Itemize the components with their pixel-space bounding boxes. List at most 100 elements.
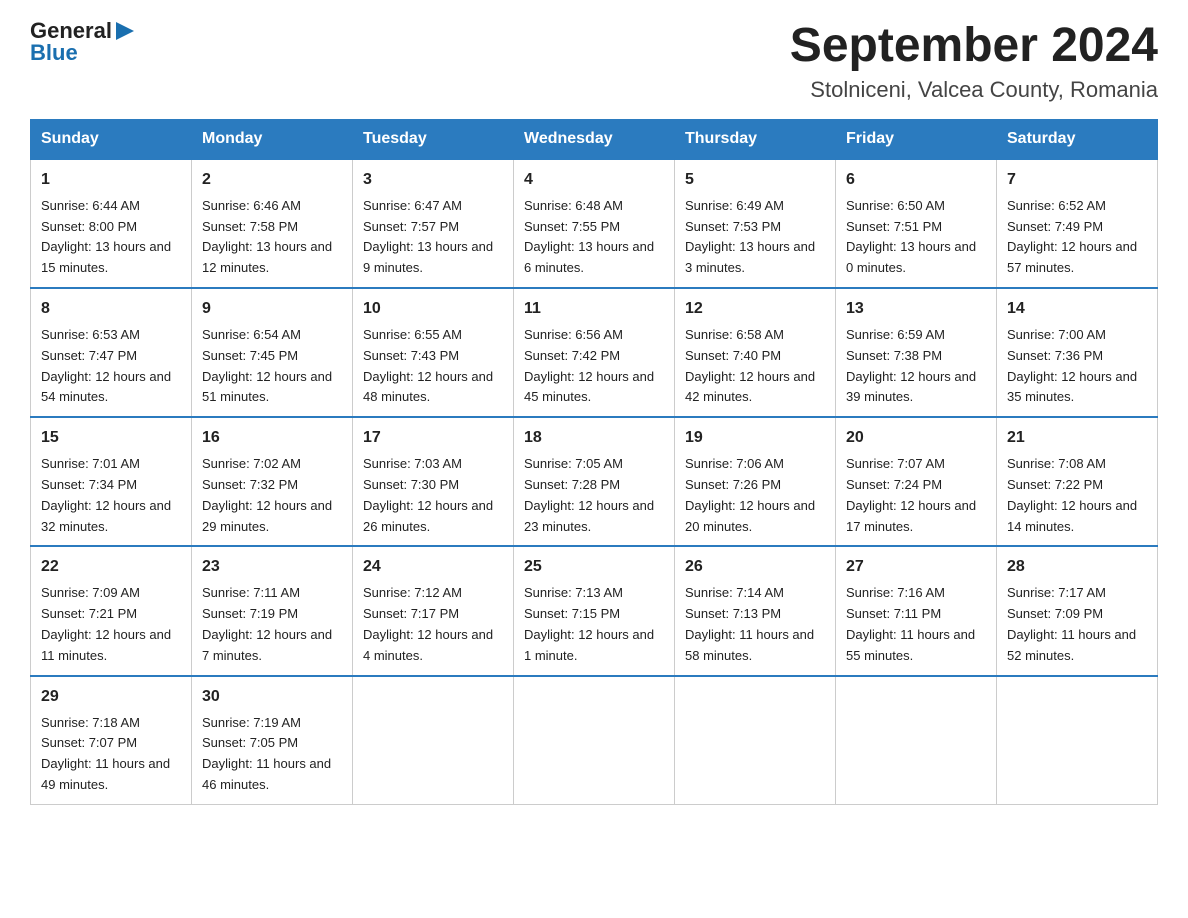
day-number: 7 <box>1007 168 1147 192</box>
calendar-cell <box>514 676 675 805</box>
calendar-title: September 2024 <box>790 20 1158 73</box>
calendar-cell: 15 Sunrise: 7:01 AMSunset: 7:34 PMDayligh… <box>31 417 192 546</box>
day-info: Sunrise: 7:17 AMSunset: 7:09 PMDaylight:… <box>1007 583 1147 666</box>
calendar-cell <box>353 676 514 805</box>
logo-text-blue: Blue <box>30 40 78 65</box>
day-number: 5 <box>685 168 825 192</box>
weekday-header-monday: Monday <box>192 119 353 159</box>
day-info: Sunrise: 6:50 AMSunset: 7:51 PMDaylight:… <box>846 196 986 279</box>
day-info: Sunrise: 7:19 AMSunset: 7:05 PMDaylight:… <box>202 713 342 796</box>
day-number: 14 <box>1007 297 1147 321</box>
calendar-cell: 5 Sunrise: 6:49 AMSunset: 7:53 PMDaylight… <box>675 159 836 288</box>
day-info: Sunrise: 6:44 AMSunset: 8:00 PMDaylight:… <box>41 196 181 279</box>
calendar-table: SundayMondayTuesdayWednesdayThursdayFrid… <box>30 119 1158 805</box>
day-number: 12 <box>685 297 825 321</box>
calendar-subtitle: Stolniceni, Valcea County, Romania <box>790 77 1158 103</box>
day-info: Sunrise: 6:52 AMSunset: 7:49 PMDaylight:… <box>1007 196 1147 279</box>
calendar-cell: 22 Sunrise: 7:09 AMSunset: 7:21 PMDayligh… <box>31 546 192 675</box>
day-info: Sunrise: 7:09 AMSunset: 7:21 PMDaylight:… <box>41 583 181 666</box>
calendar-cell: 20Sunrise: 7:07 AMSunset: 7:24 PMDayligh… <box>836 417 997 546</box>
calendar-cell: 19Sunrise: 7:06 AMSunset: 7:26 PMDayligh… <box>675 417 836 546</box>
day-info: Sunrise: 6:56 AMSunset: 7:42 PMDaylight:… <box>524 325 664 408</box>
day-number: 20 <box>846 426 986 450</box>
day-info: Sunrise: 6:49 AMSunset: 7:53 PMDaylight:… <box>685 196 825 279</box>
day-info: Sunrise: 6:59 AMSunset: 7:38 PMDaylight:… <box>846 325 986 408</box>
day-number: 17 <box>363 426 503 450</box>
calendar-cell: 3Sunrise: 6:47 AMSunset: 7:57 PMDaylight… <box>353 159 514 288</box>
calendar-cell: 17 Sunrise: 7:03 AMSunset: 7:30 PMDayligh… <box>353 417 514 546</box>
day-number: 15 <box>41 426 181 450</box>
day-number: 2 <box>202 168 342 192</box>
day-number: 22 <box>41 555 181 579</box>
calendar-cell: 28 Sunrise: 7:17 AMSunset: 7:09 PMDayligh… <box>997 546 1158 675</box>
calendar-week-row: 8 Sunrise: 6:53 AMSunset: 7:47 PMDaylight… <box>31 288 1158 417</box>
calendar-week-row: 22 Sunrise: 7:09 AMSunset: 7:21 PMDayligh… <box>31 546 1158 675</box>
calendar-cell: 12 Sunrise: 6:58 AMSunset: 7:40 PMDayligh… <box>675 288 836 417</box>
calendar-week-row: 15 Sunrise: 7:01 AMSunset: 7:34 PMDayligh… <box>31 417 1158 546</box>
day-number: 8 <box>41 297 181 321</box>
page-header: General Blue September 2024 Stolniceni, … <box>30 20 1158 103</box>
calendar-week-row: 1 Sunrise: 6:44 AMSunset: 8:00 PMDaylight… <box>31 159 1158 288</box>
day-info: Sunrise: 7:08 AMSunset: 7:22 PMDaylight:… <box>1007 454 1147 537</box>
calendar-cell: 16Sunrise: 7:02 AMSunset: 7:32 PMDayligh… <box>192 417 353 546</box>
day-info: Sunrise: 6:47 AMSunset: 7:57 PMDaylight:… <box>363 196 503 279</box>
weekday-header-saturday: Saturday <box>997 119 1158 159</box>
calendar-cell: 21 Sunrise: 7:08 AMSunset: 7:22 PMDayligh… <box>997 417 1158 546</box>
day-number: 29 <box>41 685 181 709</box>
calendar-cell: 11 Sunrise: 6:56 AMSunset: 7:42 PMDayligh… <box>514 288 675 417</box>
day-number: 24 <box>363 555 503 579</box>
calendar-body: 1 Sunrise: 6:44 AMSunset: 8:00 PMDaylight… <box>31 159 1158 804</box>
calendar-cell: 6 Sunrise: 6:50 AMSunset: 7:51 PMDaylight… <box>836 159 997 288</box>
day-info: Sunrise: 7:05 AMSunset: 7:28 PMDaylight:… <box>524 454 664 537</box>
day-number: 28 <box>1007 555 1147 579</box>
logo-triangle-icon <box>116 22 134 40</box>
day-info: Sunrise: 6:55 AMSunset: 7:43 PMDaylight:… <box>363 325 503 408</box>
calendar-cell: 24 Sunrise: 7:12 AMSunset: 7:17 PMDayligh… <box>353 546 514 675</box>
day-info: Sunrise: 6:46 AMSunset: 7:58 PMDaylight:… <box>202 196 342 279</box>
calendar-week-row: 29 Sunrise: 7:18 AMSunset: 7:07 PMDayligh… <box>31 676 1158 805</box>
calendar-cell: 14 Sunrise: 7:00 AMSunset: 7:36 PMDayligh… <box>997 288 1158 417</box>
day-info: Sunrise: 7:12 AMSunset: 7:17 PMDaylight:… <box>363 583 503 666</box>
calendar-cell: 1 Sunrise: 6:44 AMSunset: 8:00 PMDaylight… <box>31 159 192 288</box>
day-number: 16 <box>202 426 342 450</box>
day-number: 19 <box>685 426 825 450</box>
title-block: September 2024 Stolniceni, Valcea County… <box>790 20 1158 103</box>
calendar-cell <box>836 676 997 805</box>
day-number: 21 <box>1007 426 1147 450</box>
day-info: Sunrise: 7:13 AMSunset: 7:15 PMDaylight:… <box>524 583 664 666</box>
logo: General Blue <box>30 20 134 65</box>
calendar-cell: 26Sunrise: 7:14 AMSunset: 7:13 PMDayligh… <box>675 546 836 675</box>
day-info: Sunrise: 6:54 AMSunset: 7:45 PMDaylight:… <box>202 325 342 408</box>
day-info: Sunrise: 6:58 AMSunset: 7:40 PMDaylight:… <box>685 325 825 408</box>
day-info: Sunrise: 7:18 AMSunset: 7:07 PMDaylight:… <box>41 713 181 796</box>
day-info: Sunrise: 7:01 AMSunset: 7:34 PMDaylight:… <box>41 454 181 537</box>
calendar-cell: 2 Sunrise: 6:46 AMSunset: 7:58 PMDaylight… <box>192 159 353 288</box>
day-number: 6 <box>846 168 986 192</box>
day-number: 10 <box>363 297 503 321</box>
calendar-cell <box>997 676 1158 805</box>
weekday-header-friday: Friday <box>836 119 997 159</box>
calendar-cell: 9Sunrise: 6:54 AMSunset: 7:45 PMDaylight… <box>192 288 353 417</box>
day-number: 25 <box>524 555 664 579</box>
calendar-cell: 8 Sunrise: 6:53 AMSunset: 7:47 PMDaylight… <box>31 288 192 417</box>
day-number: 11 <box>524 297 664 321</box>
calendar-cell: 30 Sunrise: 7:19 AMSunset: 7:05 PMDayligh… <box>192 676 353 805</box>
day-info: Sunrise: 7:03 AMSunset: 7:30 PMDaylight:… <box>363 454 503 537</box>
day-number: 26 <box>685 555 825 579</box>
day-number: 1 <box>41 168 181 192</box>
day-info: Sunrise: 7:00 AMSunset: 7:36 PMDaylight:… <box>1007 325 1147 408</box>
day-number: 23 <box>202 555 342 579</box>
day-info: Sunrise: 6:48 AMSunset: 7:55 PMDaylight:… <box>524 196 664 279</box>
weekday-header-thursday: Thursday <box>675 119 836 159</box>
calendar-cell: 29 Sunrise: 7:18 AMSunset: 7:07 PMDayligh… <box>31 676 192 805</box>
day-number: 27 <box>846 555 986 579</box>
day-number: 30 <box>202 685 342 709</box>
calendar-cell: 27Sunrise: 7:16 AMSunset: 7:11 PMDayligh… <box>836 546 997 675</box>
calendar-cell: 18Sunrise: 7:05 AMSunset: 7:28 PMDayligh… <box>514 417 675 546</box>
calendar-cell: 13Sunrise: 6:59 AMSunset: 7:38 PMDayligh… <box>836 288 997 417</box>
logo-text-general: General <box>30 20 112 42</box>
weekday-header-sunday: Sunday <box>31 119 192 159</box>
calendar-cell: 7 Sunrise: 6:52 AMSunset: 7:49 PMDaylight… <box>997 159 1158 288</box>
day-info: Sunrise: 6:53 AMSunset: 7:47 PMDaylight:… <box>41 325 181 408</box>
calendar-cell: 10 Sunrise: 6:55 AMSunset: 7:43 PMDayligh… <box>353 288 514 417</box>
